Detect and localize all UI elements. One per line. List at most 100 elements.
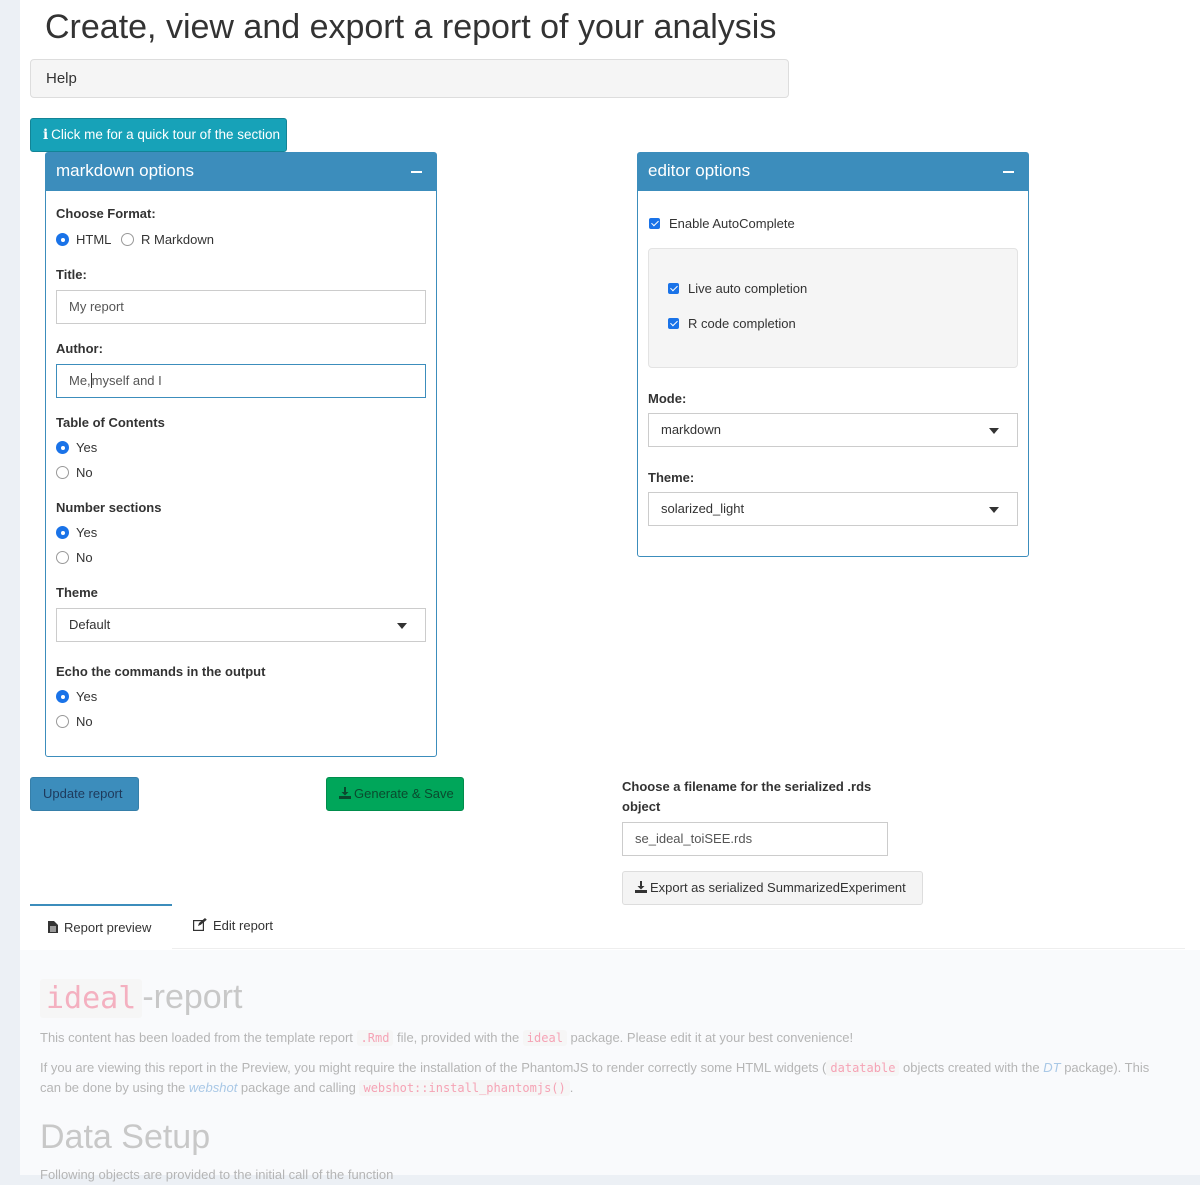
toc-option-label: Yes bbox=[76, 440, 98, 455]
preview-paragraph-objects: Following objects are provided to the in… bbox=[40, 1167, 394, 1182]
toc-option-label: No bbox=[76, 465, 93, 480]
webshot-link[interactable]: webshot bbox=[189, 1080, 237, 1095]
format-option-label: HTML bbox=[76, 232, 112, 247]
report-tabs: Report preview Edit report bbox=[30, 904, 1185, 949]
editor-options-header: editor options bbox=[638, 153, 1028, 191]
author-label: Author: bbox=[56, 341, 103, 356]
text: objects created with the bbox=[899, 1060, 1044, 1075]
markdown-options-title: markdown options bbox=[56, 161, 194, 180]
info-icon: i bbox=[43, 127, 49, 143]
generate-save-button[interactable]: Generate & Save bbox=[326, 777, 464, 811]
filename-input-value: se_ideal_toiSEE.rds bbox=[635, 831, 753, 846]
inline-code: .Rmd bbox=[356, 1030, 394, 1046]
live-completion-checkbox[interactable]: Live auto completion bbox=[668, 281, 807, 296]
mode-select[interactable]: markdown bbox=[648, 413, 1018, 447]
checkbox-checked-icon[interactable] bbox=[668, 318, 679, 329]
mode-label: Mode: bbox=[648, 391, 687, 406]
radio-selected-icon[interactable] bbox=[56, 690, 69, 703]
inline-code: ideal bbox=[522, 1030, 567, 1046]
radio-selected-icon[interactable] bbox=[56, 526, 69, 539]
report-title-code: ideal bbox=[40, 979, 143, 1018]
live-completion-label: Live auto completion bbox=[688, 281, 808, 296]
text: file, provided with the bbox=[393, 1030, 523, 1045]
help-panel[interactable]: Help bbox=[30, 59, 789, 98]
theme-label: Theme bbox=[56, 585, 98, 600]
radio-selected-icon[interactable] bbox=[56, 233, 69, 246]
inline-code: datatable bbox=[826, 1060, 900, 1076]
theme-select-value: Default bbox=[69, 617, 111, 632]
radio-unselected-icon[interactable] bbox=[56, 715, 69, 728]
editor-theme-label: Theme: bbox=[648, 470, 695, 485]
generate-save-label: Generate & Save bbox=[354, 786, 454, 801]
export-se-button[interactable]: Export as serialized SummarizedExperimen… bbox=[622, 871, 923, 905]
number-sections-option-label: Yes bbox=[76, 525, 98, 540]
title-input[interactable]: My report bbox=[56, 290, 426, 324]
toc-label: Table of Contents bbox=[56, 415, 165, 430]
page-title: Create, view and export a report of your… bbox=[45, 8, 777, 46]
collapse-icon[interactable] bbox=[1003, 171, 1014, 173]
file-icon bbox=[48, 921, 58, 933]
checkbox-checked-icon[interactable] bbox=[649, 218, 660, 229]
tab-edit-report[interactable]: Edit report bbox=[175, 904, 295, 949]
theme-select[interactable]: Default bbox=[56, 608, 426, 642]
dropdown-arrow-icon bbox=[397, 623, 407, 629]
tab-report-preview[interactable]: Report preview bbox=[30, 904, 172, 949]
report-title: ideal -report bbox=[40, 978, 243, 1018]
author-input-value-end: myself and I bbox=[91, 373, 162, 388]
echo-option-no[interactable]: No bbox=[56, 714, 93, 729]
dropdown-arrow-icon bbox=[989, 428, 999, 434]
toc-option-yes[interactable]: Yes bbox=[56, 440, 97, 455]
echo-option-yes[interactable]: Yes bbox=[56, 689, 97, 704]
text: package. Please edit it at your best con… bbox=[566, 1030, 854, 1045]
format-option-label: R Markdown bbox=[141, 232, 214, 247]
text: package and calling bbox=[237, 1080, 360, 1095]
author-input[interactable]: Me,myself and I bbox=[56, 364, 426, 398]
dt-link[interactable]: DT bbox=[1043, 1060, 1060, 1075]
markdown-options-box: markdown options Choose Format: HTML R M… bbox=[45, 152, 437, 757]
radio-selected-icon[interactable] bbox=[56, 441, 69, 454]
inline-code: webshot::install_phantomjs() bbox=[359, 1080, 570, 1096]
markdown-options-header: markdown options bbox=[46, 153, 436, 191]
author-input-value-start: Me, bbox=[69, 373, 91, 388]
quick-tour-button[interactable]: i Click me for a quick tour of the sectio… bbox=[30, 118, 287, 152]
r-completion-label: R code completion bbox=[688, 316, 796, 331]
format-option-html[interactable]: HTML bbox=[56, 232, 111, 247]
r-completion-checkbox[interactable]: R code completion bbox=[668, 316, 796, 331]
number-sections-option-no[interactable]: No bbox=[56, 550, 93, 565]
data-setup-heading: Data Setup bbox=[40, 1118, 211, 1156]
toc-option-no[interactable]: No bbox=[56, 465, 93, 480]
tab-label: Edit report bbox=[213, 918, 273, 933]
text: This content has been loaded from the te… bbox=[40, 1030, 357, 1045]
autocomplete-options-well: Live auto completion R code completion bbox=[648, 248, 1018, 368]
echo-option-label: No bbox=[76, 714, 93, 729]
number-sections-option-label: No bbox=[76, 550, 93, 565]
text: If you are viewing this report in the Pr… bbox=[40, 1060, 827, 1075]
number-sections-label: Number sections bbox=[56, 500, 162, 515]
download-icon bbox=[635, 881, 647, 893]
format-option-rmarkdown[interactable]: R Markdown bbox=[121, 232, 214, 247]
report-title-suffix: -report bbox=[142, 978, 243, 1016]
radio-unselected-icon[interactable] bbox=[56, 551, 69, 564]
collapse-icon[interactable] bbox=[411, 171, 422, 173]
number-sections-option-yes[interactable]: Yes bbox=[56, 525, 97, 540]
filename-label: Choose a filename for the serialized .rd… bbox=[622, 779, 872, 814]
format-label: Choose Format: bbox=[56, 206, 156, 221]
preview-paragraph-phantomjs: If you are viewing this report in the Pr… bbox=[40, 1058, 1170, 1098]
export-se-label: Export as serialized SummarizedExperimen… bbox=[650, 880, 906, 895]
radio-unselected-icon[interactable] bbox=[56, 466, 69, 479]
preview-paragraph-intro: This content has been loaded from the te… bbox=[40, 1028, 1170, 1048]
main-content: Create, view and export a report of your… bbox=[20, 0, 1200, 1182]
radio-unselected-icon[interactable] bbox=[121, 233, 134, 246]
enable-autocomplete-checkbox[interactable]: Enable AutoComplete bbox=[649, 216, 795, 231]
mode-select-value: markdown bbox=[661, 422, 721, 437]
download-icon bbox=[339, 787, 351, 799]
checkbox-checked-icon[interactable] bbox=[668, 283, 679, 294]
title-label: Title: bbox=[56, 267, 87, 282]
title-input-value: My report bbox=[69, 299, 124, 314]
quick-tour-label: Click me for a quick tour of the section bbox=[51, 127, 280, 142]
text: . bbox=[569, 1080, 574, 1095]
update-report-button[interactable]: Update report bbox=[30, 777, 139, 811]
filename-input[interactable]: se_ideal_toiSEE.rds bbox=[622, 822, 888, 856]
editor-theme-select[interactable]: solarized_light bbox=[648, 492, 1018, 526]
update-report-label: Update report bbox=[43, 786, 123, 801]
